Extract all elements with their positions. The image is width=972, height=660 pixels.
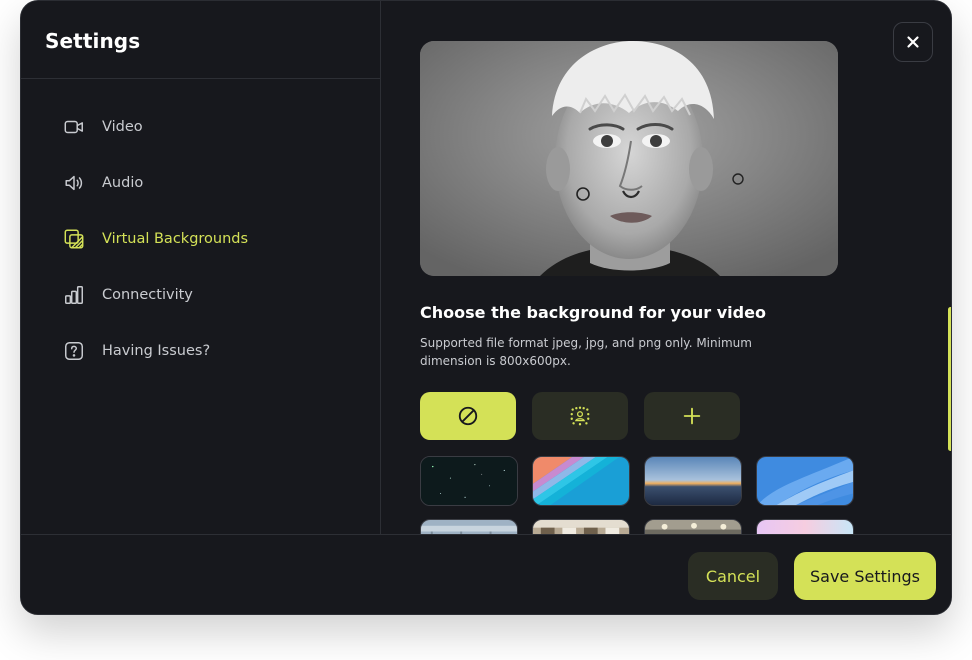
save-settings-button[interactable]: Save Settings — [794, 552, 936, 600]
background-section-title: Choose the background for your video — [420, 303, 766, 322]
background-section-description: Supported file format jpeg, jpg, and png… — [420, 336, 752, 368]
office-room-image — [533, 520, 629, 534]
sidebar-item-label: Virtual Backgrounds — [102, 231, 249, 247]
video-icon — [63, 116, 85, 138]
close-button[interactable] — [893, 22, 933, 62]
starfield-image — [421, 457, 517, 505]
modal-footer: Cancel Save Settings — [21, 534, 951, 614]
sidebar-item-audio[interactable]: Audio — [21, 155, 380, 211]
scrollbar-thumb[interactable] — [948, 307, 951, 451]
background-thumbnail-office-room[interactable] — [532, 519, 630, 534]
background-thumbnail-layered-stripes[interactable] — [532, 456, 630, 506]
modal-title: Settings — [45, 29, 141, 53]
horizon-sunset-image — [645, 457, 741, 505]
background-thumbnail-pastel-gradient[interactable] — [756, 519, 854, 534]
sidebar-header: Settings — [21, 1, 380, 79]
settings-modal: Settings Video Audio Virtual Backgrounds… — [20, 0, 952, 615]
plus-icon — [683, 407, 701, 425]
layered-stripes-image — [533, 457, 629, 505]
blur-icon — [570, 406, 590, 426]
speaker-icon — [63, 172, 85, 194]
sidebar-item-virtual-backgrounds[interactable]: Virtual Backgrounds — [21, 211, 380, 267]
settings-sidebar: Settings Video Audio Virtual Backgrounds… — [21, 1, 381, 534]
no-background-button[interactable] — [420, 392, 516, 440]
sidebar-item-label: Video — [102, 119, 143, 135]
background-thumbnail-horizon-sunset[interactable] — [644, 456, 742, 506]
background-thumbnail-office-glass[interactable] — [420, 519, 518, 534]
virtual-background-icon — [63, 228, 85, 250]
virtual-backgrounds-panel: Choose the background for your video Sup… — [382, 1, 951, 534]
close-icon — [907, 36, 919, 48]
none-icon — [458, 406, 478, 426]
sidebar-item-connectivity[interactable]: Connectivity — [21, 267, 380, 323]
scrollbar-track[interactable] — [948, 1, 951, 534]
upload-background-button[interactable] — [644, 392, 740, 440]
office-glass-image — [421, 520, 517, 534]
person-portrait-image — [420, 41, 838, 276]
sidebar-item-label: Connectivity — [102, 287, 193, 303]
signal-bars-icon — [63, 284, 85, 306]
blue-waves-image — [757, 457, 853, 505]
question-icon — [63, 340, 85, 362]
background-thumbnail-blue-waves[interactable] — [756, 456, 854, 506]
camera-preview — [420, 41, 838, 276]
sidebar-item-having-issues[interactable]: Having Issues? — [21, 323, 380, 379]
background-thumbnail-ceiling-lights[interactable] — [644, 519, 742, 534]
sidebar-item-video[interactable]: Video — [21, 99, 380, 155]
ceiling-lights-image — [645, 520, 741, 534]
pastel-gradient-image — [757, 520, 853, 534]
sidebar-item-label: Audio — [102, 175, 144, 191]
blur-background-button[interactable] — [532, 392, 628, 440]
cancel-button[interactable]: Cancel — [688, 552, 778, 600]
settings-nav: Video Audio Virtual Backgrounds Connecti… — [21, 99, 380, 379]
sidebar-item-label: Having Issues? — [102, 343, 211, 359]
background-thumbnail-starfield[interactable] — [420, 456, 518, 506]
